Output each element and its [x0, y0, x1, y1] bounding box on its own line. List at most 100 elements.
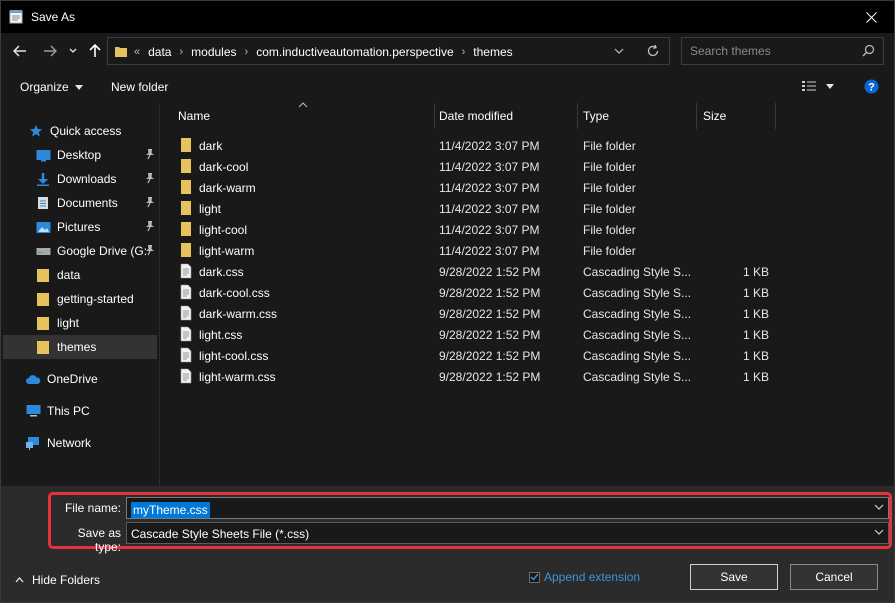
refresh-icon[interactable] — [646, 44, 660, 58]
sidebar-item-data[interactable]: data — [35, 263, 80, 287]
file-date-modified: 11/4/2022 3:07 PM — [439, 139, 540, 153]
file-row[interactable]: light-cool.css 9/28/2022 1:52 PM Cascading… — [160, 345, 895, 366]
address-bar[interactable]: « data › modules › com.inductiveautomati… — [107, 37, 670, 65]
pin-icon[interactable] — [145, 196, 155, 208]
computer-icon — [25, 403, 41, 419]
file-type: Cascading Style S... — [583, 349, 692, 363]
file-type: Cascading Style S... — [583, 307, 692, 321]
sidebar-item-label: themes — [57, 340, 97, 354]
search-box — [681, 37, 884, 65]
folder-icon — [35, 315, 51, 331]
save-button[interactable]: Save — [690, 564, 778, 590]
chevron-right-icon[interactable]: › — [179, 46, 183, 58]
savetype-select[interactable]: Cascade Style Sheets File (*.css) — [126, 522, 889, 544]
file-row[interactable]: light-warm 11/4/2022 3:07 PM File folder — [160, 240, 895, 261]
sort-ascending-icon — [298, 102, 308, 108]
chevron-right-icon[interactable]: › — [245, 46, 249, 58]
caret-down-icon — [74, 84, 83, 90]
sidebar-item-onedrive[interactable]: OneDrive — [25, 367, 98, 391]
chevron-right-icon[interactable]: › — [462, 46, 466, 58]
chevron-up-icon — [15, 577, 24, 583]
chevron-down-icon[interactable] — [874, 529, 884, 536]
cloud-icon — [25, 371, 41, 387]
back-button[interactable] — [11, 41, 29, 61]
column-header-name[interactable]: Name — [178, 103, 210, 129]
append-extension-option[interactable]: Append extension — [529, 570, 640, 584]
chevron-down-icon[interactable] — [874, 504, 884, 511]
up-button[interactable] — [87, 41, 103, 61]
file-size: 1 KB — [742, 328, 769, 342]
new-folder-label: New folder — [111, 80, 169, 94]
savetype-label: Save as type: — [77, 526, 121, 554]
column-divider[interactable] — [696, 103, 697, 129]
file-date-modified: 9/28/2022 1:52 PM — [439, 328, 541, 342]
address-dropdown-icon[interactable] — [614, 45, 624, 57]
append-extension-checkbox[interactable] — [529, 571, 540, 583]
column-divider[interactable] — [775, 103, 776, 129]
file-row[interactable]: dark-cool 11/4/2022 3:07 PM File folder — [160, 156, 895, 177]
sidebar-item-google-drive[interactable]: Google Drive (G: — [35, 239, 161, 263]
sidebar-item-label: Pictures — [57, 220, 101, 234]
change-view-button[interactable] — [801, 79, 834, 93]
search-icon[interactable] — [862, 44, 875, 57]
breadcrumb-overflow[interactable]: « — [134, 46, 140, 58]
filename-combobox[interactable]: myTheme.css — [126, 497, 889, 519]
sidebar-item-themes[interactable]: themes — [3, 335, 157, 359]
file-size: 1 KB — [742, 307, 769, 321]
file-row[interactable]: light-cool 11/4/2022 3:07 PM File folder — [160, 219, 895, 240]
pin-icon[interactable] — [145, 172, 155, 184]
close-button[interactable] — [848, 1, 894, 33]
column-header-date[interactable]: Date modified — [439, 103, 513, 129]
sidebar-item-light[interactable]: light — [35, 311, 79, 335]
hide-folders-button[interactable]: Hide Folders — [15, 573, 100, 587]
column-header-type[interactable]: Type — [583, 103, 609, 129]
breadcrumb-item[interactable]: data — [148, 45, 171, 59]
folder-icon — [180, 200, 192, 219]
file-name: dark — [199, 139, 223, 153]
file-row[interactable]: dark-warm.css 9/28/2022 1:52 PM Cascading … — [160, 303, 895, 324]
breadcrumb-item[interactable]: themes — [473, 45, 512, 59]
cancel-button[interactable]: Cancel — [790, 564, 878, 590]
column-header-size[interactable]: Size — [703, 103, 726, 129]
sidebar-item-quick-access[interactable]: Quick access — [28, 119, 121, 143]
sidebar-item-downloads[interactable]: Downloads — [35, 167, 161, 191]
sidebar-item-documents[interactable]: Documents — [35, 191, 161, 215]
file-name: light-cool — [199, 223, 248, 237]
sidebar-item-this-pc[interactable]: This PC — [25, 399, 90, 423]
organize-button[interactable]: Organize — [20, 80, 83, 94]
pin-icon[interactable] — [145, 220, 155, 232]
file-size: 1 KB — [742, 286, 769, 300]
pin-icon[interactable] — [145, 148, 155, 160]
file-row[interactable]: light.css 9/28/2022 1:52 PM Cascading Styl… — [160, 324, 895, 345]
column-divider[interactable] — [434, 103, 435, 129]
sidebar-item-network[interactable]: Network — [25, 431, 91, 455]
arrow-up-icon — [89, 44, 101, 57]
file-type: File folder — [583, 244, 636, 258]
file-row[interactable]: dark 11/4/2022 3:07 PM File folder — [160, 135, 895, 156]
filename-input[interactable]: myTheme.css — [131, 502, 210, 518]
file-row[interactable]: dark-cool.css 9/28/2022 1:52 PM Cascading … — [160, 282, 895, 303]
sidebar-item-desktop[interactable]: Desktop — [35, 143, 161, 167]
folder-icon — [180, 221, 192, 240]
breadcrumb-item[interactable]: modules — [191, 45, 236, 59]
sidebar-item-getting-started[interactable]: getting-started — [35, 287, 134, 311]
recent-locations-button[interactable] — [67, 41, 79, 61]
file-row[interactable]: light 11/4/2022 3:07 PM File folder — [160, 198, 895, 219]
file-row[interactable]: light-warm.css 9/28/2022 1:52 PM Cascading… — [160, 366, 895, 387]
file-row[interactable]: dark.css 9/28/2022 1:52 PM Cascading Style… — [160, 261, 895, 282]
file-size: 1 KB — [742, 265, 769, 279]
column-divider[interactable] — [577, 103, 578, 129]
file-row[interactable]: dark-warm 11/4/2022 3:07 PM File folder — [160, 177, 895, 198]
new-folder-button[interactable]: New folder — [111, 80, 168, 94]
folder-icon — [180, 179, 192, 198]
file-date-modified: 11/4/2022 3:07 PM — [439, 181, 540, 195]
breadcrumb-item[interactable]: com.inductiveautomation.perspective — [256, 45, 453, 59]
chevron-down-icon — [69, 48, 77, 53]
file-type: File folder — [583, 160, 636, 174]
forward-button[interactable] — [41, 41, 59, 61]
help-icon[interactable]: ? — [864, 79, 879, 94]
pin-icon[interactable] — [145, 244, 155, 256]
sidebar-item-pictures[interactable]: Pictures — [35, 215, 161, 239]
search-input[interactable] — [682, 38, 857, 64]
css-file-icon — [180, 263, 192, 282]
